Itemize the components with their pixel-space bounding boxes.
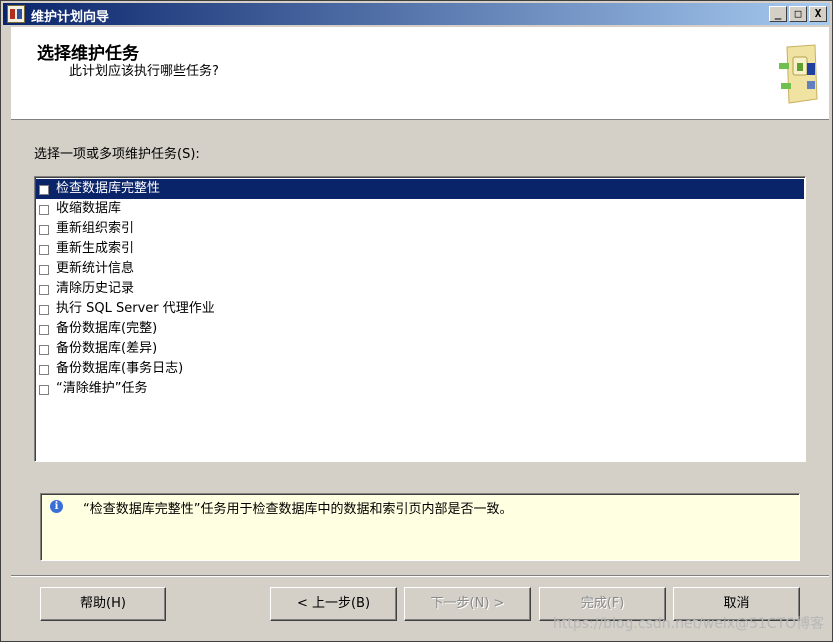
- task-checkbox[interactable]: [39, 225, 49, 235]
- task-label: 检查数据库完整性: [56, 181, 161, 196]
- page-subtitle: 此计划应该执行哪些任务?: [69, 64, 219, 79]
- task-checkbox[interactable]: [39, 245, 49, 255]
- task-list-item[interactable]: “清除维护”任务: [36, 379, 804, 399]
- task-list-item[interactable]: 执行 SQL Server 代理作业: [36, 299, 804, 319]
- task-checkbox[interactable]: [39, 265, 49, 275]
- task-checkbox[interactable]: [39, 185, 49, 195]
- task-checkbox[interactable]: [39, 365, 49, 375]
- close-button[interactable]: X: [809, 6, 827, 22]
- wizard-window: 维护计划向导 _ □ X 选择维护任务 此计划应该执行哪些任务? 选择一项或多项…: [0, 0, 833, 642]
- task-list-item[interactable]: 清除历史记录: [36, 279, 804, 299]
- task-list-item[interactable]: 收缩数据库: [36, 199, 804, 219]
- task-label: 执行 SQL Server 代理作业: [56, 301, 215, 316]
- task-list-item[interactable]: 重新组织索引: [36, 219, 804, 239]
- watermark-text: https://blog.csdn.net/weix@51CTO博客: [553, 616, 825, 632]
- task-list-prompt: 选择一项或多项维护任务(S):: [34, 147, 200, 162]
- task-checkbox[interactable]: [39, 285, 49, 295]
- task-checkbox[interactable]: [39, 205, 49, 215]
- task-label: “清除维护”任务: [56, 381, 148, 396]
- task-checkbox[interactable]: [39, 345, 49, 355]
- task-list-item[interactable]: 检查数据库完整性: [36, 179, 804, 199]
- task-list-item[interactable]: 备份数据库(事务日志): [36, 359, 804, 379]
- button-separator: [11, 575, 829, 577]
- task-label: 清除历史记录: [56, 281, 135, 296]
- task-list-item[interactable]: 备份数据库(差异): [36, 339, 804, 359]
- task-label: 重新组织索引: [56, 221, 135, 236]
- task-label: 备份数据库(事务日志): [56, 361, 184, 376]
- help-button[interactable]: 帮助(H): [40, 587, 166, 621]
- minimize-button[interactable]: _: [769, 6, 787, 22]
- back-button[interactable]: < 上一步(B): [270, 587, 397, 621]
- task-list-item[interactable]: 更新统计信息: [36, 259, 804, 279]
- task-checkbox[interactable]: [39, 305, 49, 315]
- info-icon: i: [50, 500, 63, 513]
- task-label: 更新统计信息: [56, 261, 135, 276]
- wizard-graphic-icon: [779, 44, 818, 104]
- wizard-header: 选择维护任务 此计划应该执行哪些任务?: [11, 27, 829, 120]
- task-list-item[interactable]: 备份数据库(完整): [36, 319, 804, 339]
- task-checkbox[interactable]: [39, 385, 49, 395]
- task-description-panel: i “检查数据库完整性”任务用于检查数据库中的数据和索引页内部是否一致。: [40, 493, 800, 561]
- task-label: 收缩数据库: [56, 201, 122, 216]
- task-label: 备份数据库(完整): [56, 321, 158, 336]
- app-icon: [7, 5, 25, 23]
- window-title: 维护计划向导: [31, 10, 110, 25]
- task-description-text: “检查数据库完整性”任务用于检查数据库中的数据和索引页内部是否一致。: [83, 502, 513, 517]
- task-checkbox[interactable]: [39, 325, 49, 335]
- task-label: 重新生成索引: [56, 241, 135, 256]
- task-listbox[interactable]: 检查数据库完整性 收缩数据库重新组织索引 重新生成索引 更新统计信息 清除历史记录执行 …: [34, 176, 806, 462]
- next-button[interactable]: 下一步(N) >: [404, 587, 531, 621]
- task-list-item[interactable]: 重新生成索引: [36, 239, 804, 259]
- title-bar[interactable]: 维护计划向导 _ □ X: [3, 3, 830, 25]
- maximize-button[interactable]: □: [789, 6, 807, 22]
- task-label: 备份数据库(差异): [56, 341, 158, 356]
